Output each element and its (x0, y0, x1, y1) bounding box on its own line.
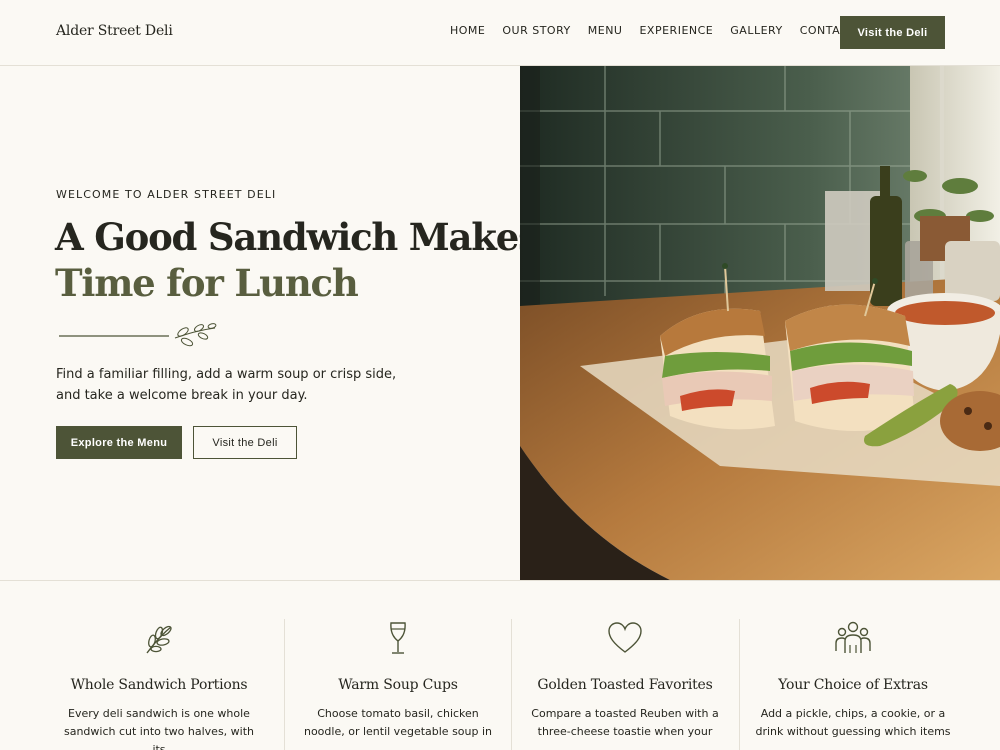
hero-headline: A Good Sandwich Makes Time for Lunch (55, 214, 539, 306)
hero-image (520, 66, 1000, 580)
brand-logo[interactable]: Alder Street Deli (56, 23, 173, 39)
hero-lead: Find a familiar filling, add a warm soup… (56, 367, 397, 403)
feature-text: Add a pickle, chips, a cookie, or a drin… (755, 707, 951, 738)
sprig-icon (146, 625, 172, 654)
nav-experience[interactable]: EXPERIENCE (639, 24, 713, 37)
feature-title: Your Choice of Extras (778, 677, 928, 693)
people-icon (835, 621, 871, 653)
visit-deli-button[interactable]: Visit the Deli (193, 426, 297, 459)
feature-card: Golden Toasted Favorites Compare a toast… (511, 619, 739, 741)
nav-gallery[interactable]: GALLERY (730, 24, 782, 37)
feature-text: Every deli sandwich is one whole sandwic… (63, 707, 255, 750)
explore-menu-button[interactable]: Explore the Menu (56, 426, 182, 459)
nav-home[interactable]: HOME (450, 24, 485, 37)
feature-card: Warm Soup Cups Choose tomato basil, chic… (284, 619, 512, 741)
feature-card: Whole Sandwich Portions Every deli sandw… (45, 619, 273, 750)
headline-line-1: A Good Sandwich Makes (55, 215, 539, 259)
features-section: Whole Sandwich Portions Every deli sandw… (0, 580, 1000, 750)
feature-title: Golden Toasted Favorites (537, 677, 713, 693)
wine-glass-icon (390, 622, 406, 654)
visit-deli-header-button[interactable]: Visit the Deli (840, 16, 945, 49)
headline-line-2: Time for Lunch (55, 261, 359, 305)
leaf-divider-icon (59, 323, 217, 347)
hero-eyebrow: WELCOME TO ALDER STREET DELI (56, 188, 277, 201)
main-nav: HOME OUR STORY MENU EXPERIENCE GALLERY C… (450, 24, 872, 37)
feature-title: Warm Soup Cups (338, 677, 458, 693)
site-header: Alder Street Deli HOME OUR STORY MENU EX… (0, 0, 1000, 66)
nav-menu[interactable]: MENU (588, 24, 623, 37)
nav-our-story[interactable]: OUR STORY (502, 24, 570, 37)
feature-text: Choose tomato basil, chicken noodle, or … (303, 707, 493, 738)
feature-text: Compare a toasted Reuben with a three-ch… (531, 707, 719, 738)
feature-card: Your Choice of Extras Add a pickle, chip… (739, 619, 967, 741)
heart-icon (608, 622, 642, 653)
feature-title: Whole Sandwich Portions (70, 677, 248, 693)
